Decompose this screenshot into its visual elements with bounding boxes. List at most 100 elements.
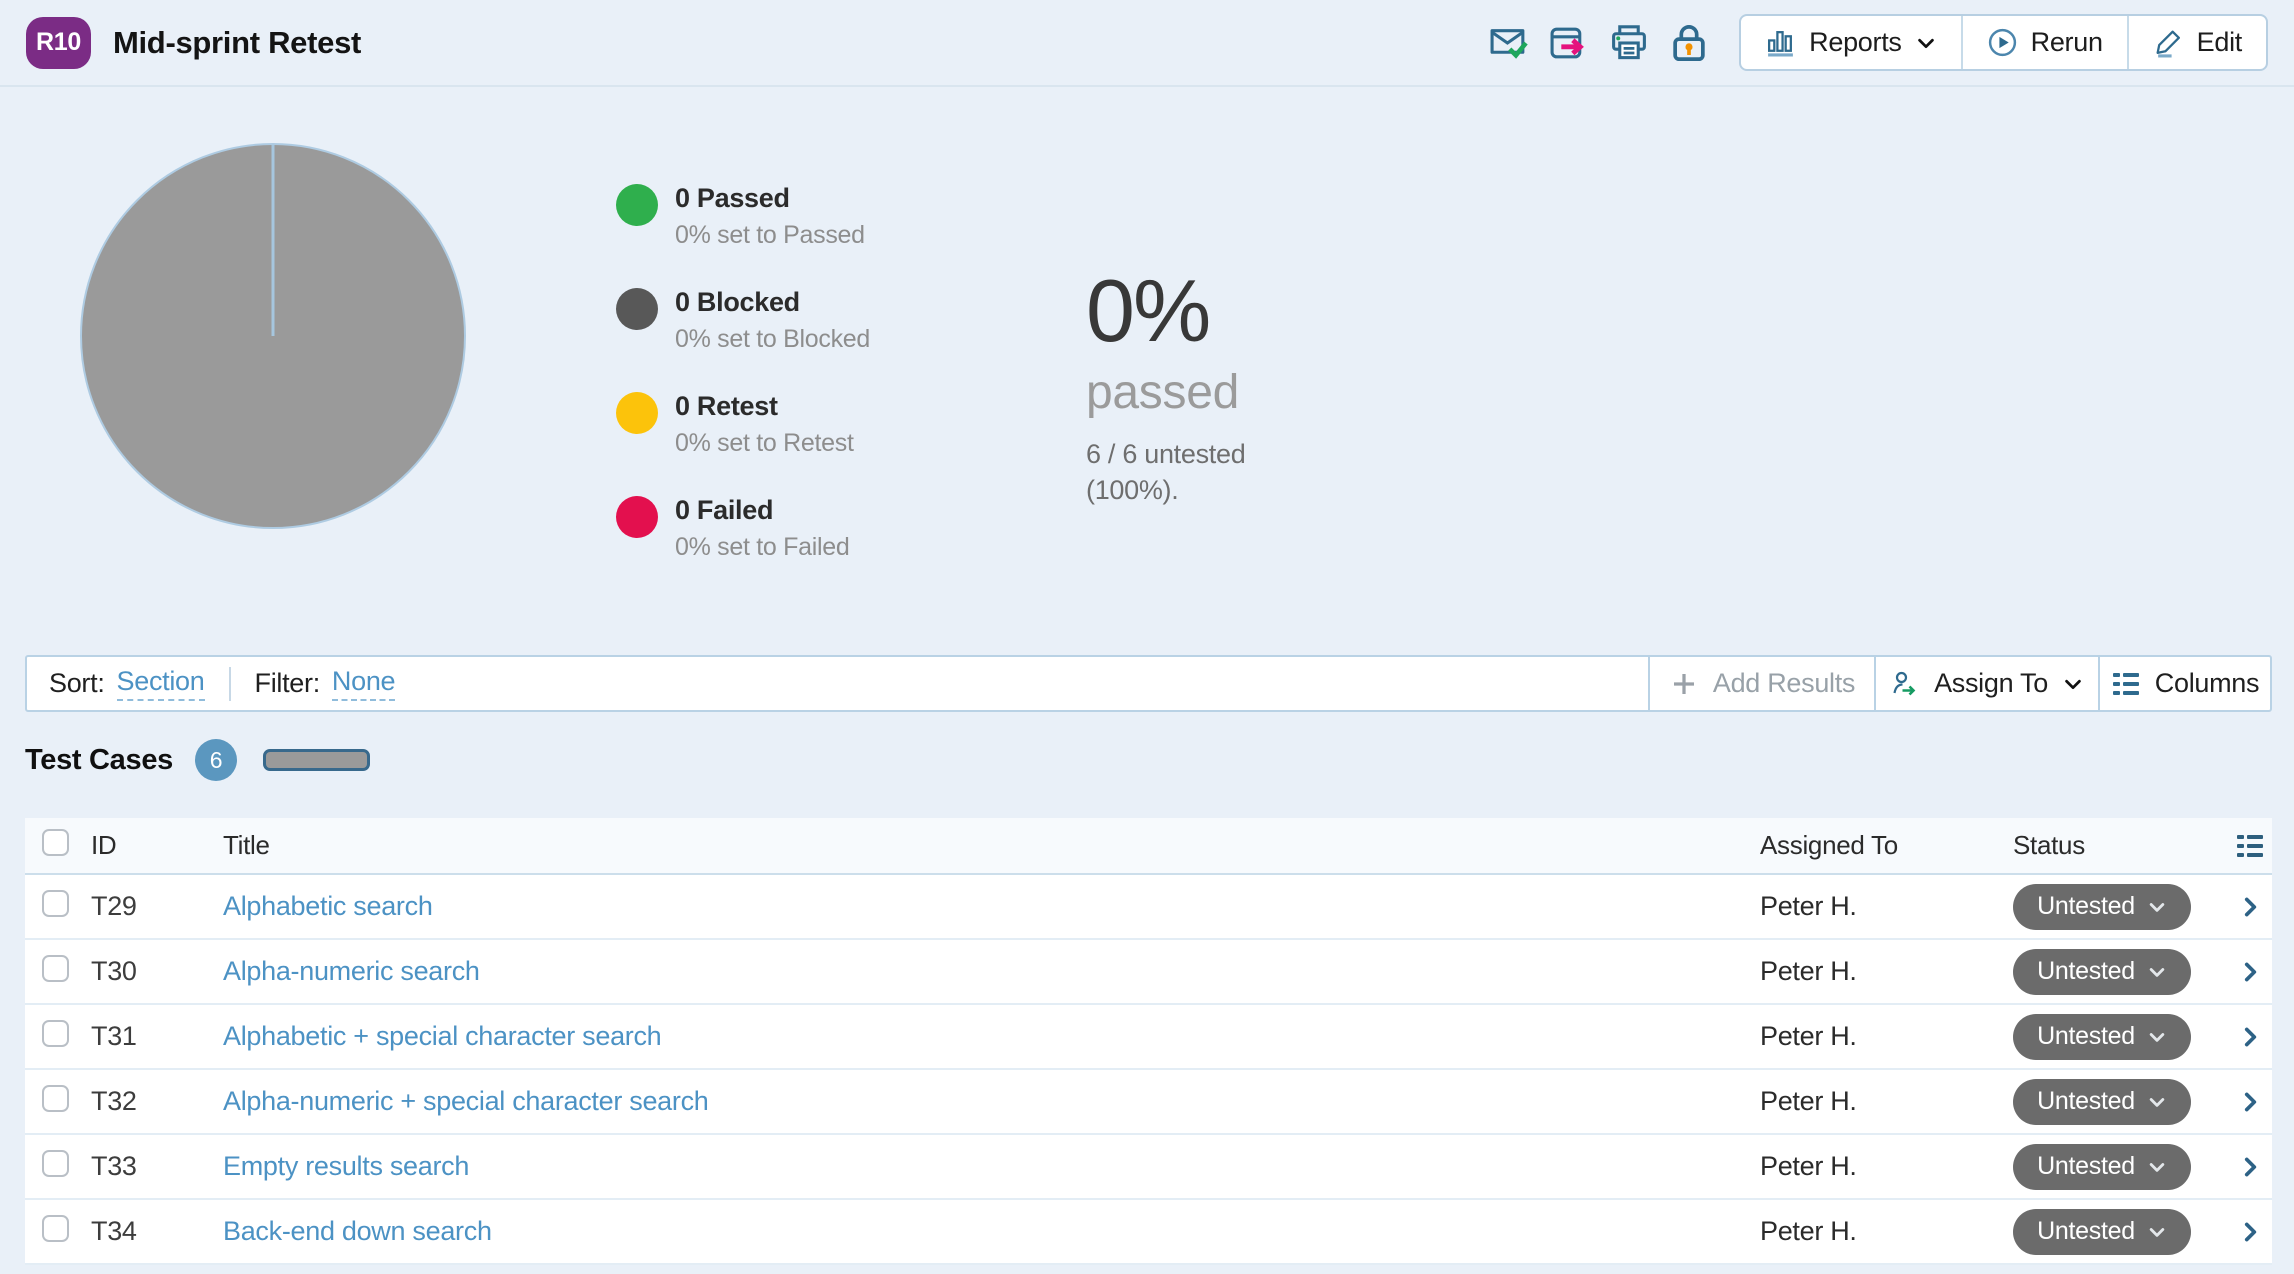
- chart-legend: 0 Passed 0% set to Passed 0 Blocked 0% s…: [616, 183, 870, 599]
- main-content: 0 Passed 0% set to Passed 0 Blocked 0% s…: [0, 89, 2294, 1274]
- reports-button[interactable]: Reports: [1741, 16, 1960, 69]
- row-checkbox[interactable]: [42, 1150, 69, 1177]
- legend-item-failed: 0 Failed 0% set to Failed: [616, 495, 870, 562]
- untested-percent-line: (100%).: [1086, 473, 1245, 509]
- col-header-assigned: Assigned To: [1760, 830, 2013, 861]
- case-id: T34: [91, 1216, 223, 1247]
- open-case-chevron[interactable]: [2228, 894, 2272, 920]
- assign-to-label: Assign To: [1934, 668, 2048, 699]
- legend-item-blocked: 0 Blocked 0% set to Blocked: [616, 287, 870, 354]
- row-checkbox[interactable]: [42, 890, 69, 917]
- table-row: T31 Alphabetic + special character searc…: [25, 1005, 2272, 1070]
- add-results-button[interactable]: Add Results: [1648, 657, 1874, 710]
- open-case-chevron[interactable]: [2228, 1089, 2272, 1115]
- col-header-title: Title: [223, 830, 1760, 861]
- header: R10 Mid-sprint Retest: [0, 0, 2294, 87]
- header-actions: Reports Rerun Edit: [1483, 14, 2268, 71]
- filter-label: Filter:: [255, 668, 320, 699]
- case-title-link[interactable]: Empty results search: [223, 1151, 1760, 1182]
- assign-to-button[interactable]: Assign To: [1874, 657, 2098, 710]
- table-columns-icon[interactable]: [2228, 832, 2272, 860]
- row-checkbox[interactable]: [42, 1020, 69, 1047]
- status-dropdown[interactable]: Untested: [2013, 1144, 2191, 1190]
- pie-untested-slice: [80, 143, 466, 529]
- case-assigned: Peter H.: [1760, 956, 2013, 987]
- sort-filter-area: Sort: Section Filter: None: [27, 657, 1648, 710]
- table-row: T32 Alpha-numeric + special character se…: [25, 1070, 2272, 1135]
- print-icon[interactable]: [1603, 17, 1655, 69]
- status-dropdown[interactable]: Untested: [2013, 884, 2191, 930]
- test-case-count-badge: 6: [195, 739, 237, 781]
- sort-label: Sort:: [49, 668, 105, 699]
- table-row: T30 Alpha-numeric search Peter H. Untest…: [25, 940, 2272, 1005]
- case-id: T29: [91, 891, 223, 922]
- status-dropdown[interactable]: Untested: [2013, 1014, 2191, 1060]
- section-progress-bar: [263, 749, 370, 771]
- legend-label: 0 Blocked: [675, 287, 870, 318]
- legend-label: 0 Retest: [675, 391, 854, 422]
- toolbar-divider: [229, 667, 231, 701]
- legend-item-retest: 0 Retest 0% set to Retest: [616, 391, 870, 458]
- select-all-checkbox[interactable]: [42, 829, 69, 856]
- edit-button[interactable]: Edit: [2127, 16, 2266, 69]
- list-toolbar: Sort: Section Filter: None Add Results A…: [25, 655, 2272, 712]
- row-checkbox[interactable]: [42, 955, 69, 982]
- case-title-link[interactable]: Alphabetic + special character search: [223, 1021, 1760, 1052]
- pie-start-line: [272, 145, 275, 336]
- status-dropdown[interactable]: Untested: [2013, 1079, 2191, 1125]
- pass-percent: 0%: [1086, 267, 1245, 355]
- pass-summary: 0% passed 6 / 6 untested (100%).: [1086, 267, 1245, 508]
- rerun-label: Rerun: [2031, 27, 2103, 58]
- case-title-link[interactable]: Alphabetic search: [223, 891, 1760, 922]
- bar-chart-icon: [1765, 27, 1796, 58]
- results-pie-chart: [80, 143, 466, 529]
- case-title-link[interactable]: Back-end down search: [223, 1216, 1760, 1247]
- rerun-button[interactable]: Rerun: [1961, 16, 2127, 69]
- legend-label: 0 Failed: [675, 495, 849, 526]
- status-label: Untested: [2037, 1022, 2135, 1051]
- status-label: Untested: [2037, 1087, 2135, 1116]
- test-cases-heading: Test Cases 6: [25, 737, 370, 783]
- table-row: T34 Back-end down search Peter H. Untest…: [25, 1200, 2272, 1265]
- case-title-link[interactable]: Alpha-numeric search: [223, 956, 1760, 987]
- lock-icon[interactable]: [1663, 17, 1715, 69]
- col-header-status: Status: [2013, 830, 2228, 861]
- chevron-down-icon: [2147, 1157, 2167, 1177]
- chevron-down-icon: [2147, 897, 2167, 917]
- legend-sublabel: 0% set to Retest: [675, 429, 854, 458]
- case-id: T32: [91, 1086, 223, 1117]
- email-check-icon[interactable]: [1483, 17, 1535, 69]
- legend-sublabel: 0% set to Failed: [675, 533, 849, 562]
- passed-dot-icon: [616, 184, 658, 226]
- sort-value-link[interactable]: Section: [117, 666, 205, 701]
- case-title-link[interactable]: Alpha-numeric + special character search: [223, 1086, 1760, 1117]
- row-checkbox[interactable]: [42, 1215, 69, 1242]
- section-title: Test Cases: [25, 744, 173, 777]
- chevron-down-icon: [2147, 1092, 2167, 1112]
- chevron-down-icon: [2062, 673, 2084, 695]
- export-icon[interactable]: [1543, 17, 1595, 69]
- table-row: T33 Empty results search Peter H. Untest…: [25, 1135, 2272, 1200]
- chevron-down-icon: [2147, 1222, 2167, 1242]
- header-button-group: Reports Rerun Edit: [1739, 14, 2268, 71]
- status-dropdown[interactable]: Untested: [2013, 949, 2191, 995]
- failed-dot-icon: [616, 496, 658, 538]
- case-assigned: Peter H.: [1760, 1151, 2013, 1182]
- status-label: Untested: [2037, 1217, 2135, 1246]
- filter-value-link[interactable]: None: [332, 666, 395, 701]
- columns-label: Columns: [2155, 668, 2259, 699]
- open-case-chevron[interactable]: [2228, 1024, 2272, 1050]
- status-dropdown[interactable]: Untested: [2013, 1209, 2191, 1255]
- legend-label: 0 Passed: [675, 183, 865, 214]
- legend-sublabel: 0% set to Passed: [675, 221, 865, 250]
- open-case-chevron[interactable]: [2228, 1154, 2272, 1180]
- chevron-down-icon: [1915, 32, 1937, 54]
- table-row: T29 Alphabetic search Peter H. Untested: [25, 875, 2272, 940]
- pass-percent-label: passed: [1086, 365, 1245, 420]
- reports-label: Reports: [1809, 27, 1901, 58]
- columns-button[interactable]: Columns: [2098, 657, 2270, 710]
- case-assigned: Peter H.: [1760, 1021, 2013, 1052]
- open-case-chevron[interactable]: [2228, 1219, 2272, 1245]
- open-case-chevron[interactable]: [2228, 959, 2272, 985]
- row-checkbox[interactable]: [42, 1085, 69, 1112]
